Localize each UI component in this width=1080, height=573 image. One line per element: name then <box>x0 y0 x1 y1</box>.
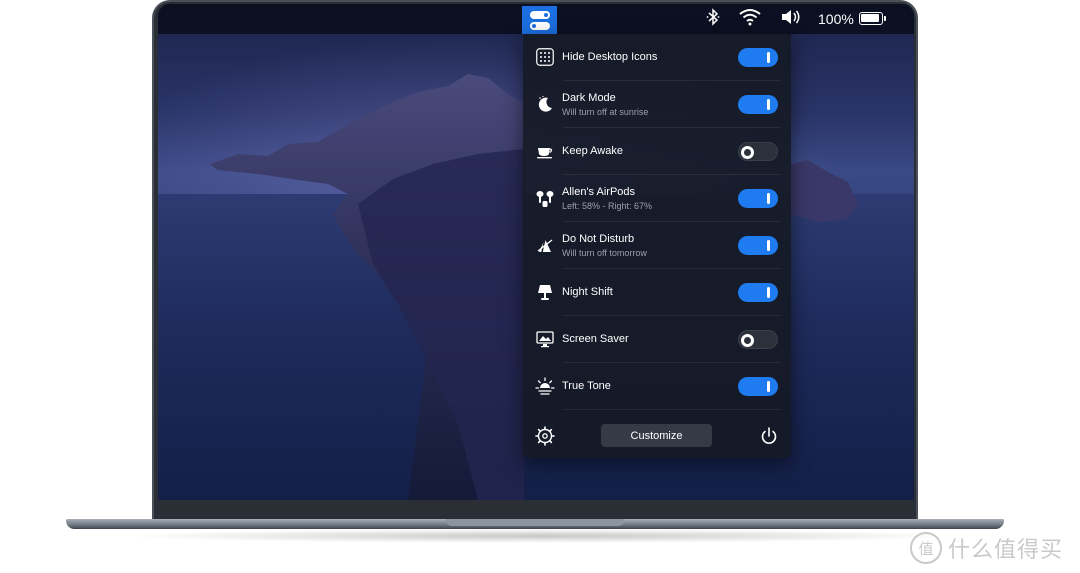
customize-button[interactable]: Customize <box>601 424 712 447</box>
gear-icon[interactable] <box>535 426 555 446</box>
row-title: Dark Mode <box>562 91 616 104</box>
row-screen-saver[interactable]: Screen Saver <box>523 316 791 363</box>
night-shift-toggle[interactable] <box>738 283 778 302</box>
row-title: Do Not Disturb <box>562 232 635 245</box>
lamp-icon <box>535 282 555 302</box>
power-icon[interactable] <box>759 426 779 446</box>
row-subtitle: Will turn off at sunrise <box>562 106 649 117</box>
hide-desktop-icons-toggle[interactable] <box>738 48 778 67</box>
do-not-disturb-icon <box>535 235 555 255</box>
moon-icon <box>535 94 555 114</box>
toggles-icon[interactable] <box>522 6 557 34</box>
bluetooth-icon[interactable] <box>706 8 720 26</box>
volume-icon[interactable] <box>780 8 802 26</box>
coffee-cup-icon <box>535 141 555 161</box>
row-subtitle: Left: 58% - Right: 67% <box>562 200 653 211</box>
row-title: Screen Saver <box>562 333 629 345</box>
battery-icon[interactable] <box>859 12 886 25</box>
laptop-notch <box>446 519 624 526</box>
battery-percentage: 100% <box>818 11 854 27</box>
keep-awake-toggle[interactable] <box>738 142 778 161</box>
row-title: True Tone <box>562 380 611 392</box>
row-title: Night Shift <box>562 286 613 298</box>
watermark-text: 什么值得买 <box>948 538 1064 563</box>
dark-mode-toggle[interactable] <box>738 95 778 114</box>
sun-icon <box>535 376 555 396</box>
control-panel: Hide Desktop Icons Dark Mode Will turn o… <box>523 34 791 458</box>
row-keep-awake[interactable]: Keep Awake <box>523 128 791 175</box>
do-not-disturb-toggle[interactable] <box>738 236 778 255</box>
watermark: 值 什么值得买 <box>910 530 1063 566</box>
grid-icon <box>535 47 555 67</box>
row-night-shift[interactable]: Night Shift <box>523 269 791 316</box>
airpods-toggle[interactable] <box>738 189 778 208</box>
row-title: Allen's AirPods <box>562 185 636 198</box>
row-dark-mode[interactable]: Dark Mode Will turn off at sunrise <box>523 81 791 128</box>
screen-saver-toggle[interactable] <box>738 330 778 349</box>
wifi-icon[interactable] <box>738 8 762 26</box>
panel-footer: Customize <box>523 412 791 458</box>
row-hide-desktop-icons[interactable]: Hide Desktop Icons <box>523 34 791 81</box>
row-title: Keep Awake <box>562 145 623 157</box>
true-tone-toggle[interactable] <box>738 377 778 396</box>
row-subtitle: Will turn off tomorrow <box>562 247 647 258</box>
row-true-tone[interactable]: True Tone <box>523 363 791 410</box>
airpods-icon <box>535 188 555 208</box>
row-airpods[interactable]: Allen's AirPods Left: 58% - Right: 67% <box>523 175 791 222</box>
base-shadow <box>120 529 960 543</box>
watermark-logo: 值 <box>910 532 942 564</box>
row-do-not-disturb[interactable]: Do Not Disturb Will turn off tomorrow <box>523 222 791 269</box>
monitor-icon <box>535 329 555 349</box>
row-title: Hide Desktop Icons <box>562 51 658 63</box>
